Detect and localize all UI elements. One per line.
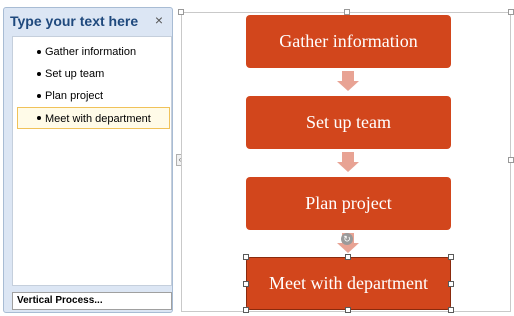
bullet-item-label: Gather information (45, 46, 137, 58)
frame-resize-handle[interactable] (508, 157, 514, 163)
arrow-down-icon[interactable] (337, 152, 359, 172)
selection-handle[interactable] (243, 307, 249, 313)
process-shape[interactable]: Set up team (246, 96, 451, 149)
frame-resize-handle[interactable] (178, 9, 184, 15)
text-pane: Type your text here × Gather information… (3, 7, 173, 313)
selection-handle[interactable] (448, 254, 454, 260)
bullet-item-label: Meet with department (45, 113, 151, 125)
bullet-item[interactable]: Gather information (25, 41, 171, 63)
bullet-item-label: Plan project (45, 90, 104, 102)
frame-resize-handle[interactable] (508, 9, 514, 15)
text-pane-title: Type your text here (10, 13, 139, 29)
bullet-list: Gather information Set up team Plan proj… (17, 41, 171, 129)
text-pane-header: Type your text here × (4, 8, 172, 36)
selection-handle[interactable] (345, 307, 351, 313)
rotate-handle-icon[interactable]: ↻ (341, 233, 353, 245)
bullet-item[interactable]: Set up team (25, 63, 171, 85)
close-icon[interactable]: × (152, 12, 166, 28)
bullet-icon (37, 50, 41, 54)
bullet-icon (37, 94, 41, 98)
bullet-item[interactable]: Plan project (25, 85, 171, 107)
process-shape[interactable]: Plan project (246, 177, 451, 230)
text-pane-body[interactable]: Gather information Set up team Plan proj… (12, 36, 172, 286)
bullet-item-label: Set up team (45, 68, 105, 80)
layout-name-link[interactable]: Vertical Process... (12, 292, 172, 310)
bullet-item-selected[interactable]: Meet with department (17, 107, 170, 129)
arrow-down-icon[interactable] (337, 71, 359, 91)
selection-handle[interactable] (448, 281, 454, 287)
bullet-icon (37, 116, 41, 120)
selection-handle[interactable] (243, 281, 249, 287)
bullet-icon (37, 72, 41, 76)
process-shape-selected[interactable]: Meet with department (246, 257, 451, 310)
selection-handle[interactable] (448, 307, 454, 313)
selection-handle[interactable] (345, 254, 351, 260)
selection-handle[interactable] (243, 254, 249, 260)
process-shape[interactable]: Gather information (246, 15, 451, 68)
